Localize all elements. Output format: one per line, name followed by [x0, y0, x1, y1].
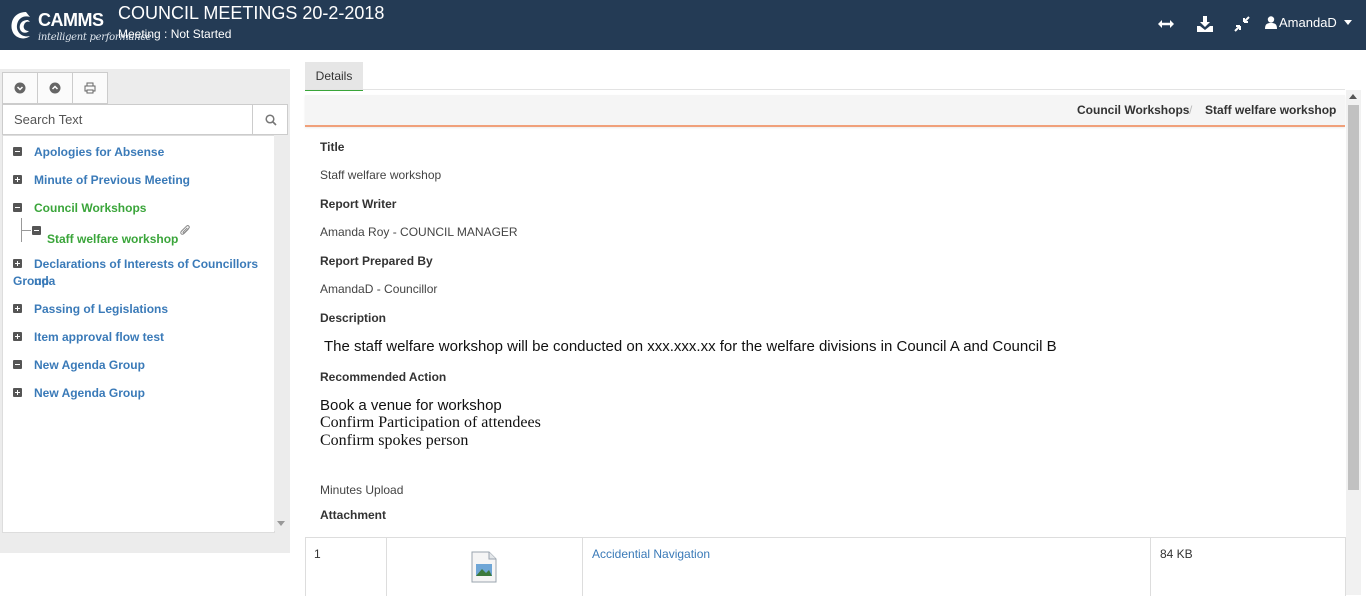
user-menu[interactable]: AmandaD	[1265, 15, 1354, 30]
breadcrumb-council-workshops[interactable]: Council Workshops	[1077, 103, 1189, 117]
meeting-status: Meeting : Not Started	[118, 27, 232, 41]
expand-toggle-icon[interactable]	[13, 259, 22, 268]
attachment-link[interactable]: Accidential Navigation	[592, 547, 710, 561]
print-button[interactable]	[73, 73, 107, 103]
search-button[interactable]	[252, 105, 288, 134]
logo-brand: CAMMS	[38, 10, 104, 30]
collapse-all-icon	[49, 82, 61, 94]
collapse-toggle-icon[interactable]	[13, 203, 22, 212]
compress-icon[interactable]	[1232, 14, 1252, 34]
description-label: Description	[320, 311, 387, 325]
prepared-by-label: Report Prepared By	[320, 254, 433, 268]
tree-toolbar	[2, 72, 108, 104]
header-bar: CAMMS intelligent performance COUNCIL ME…	[0, 0, 1366, 50]
print-icon	[84, 82, 96, 94]
user-icon	[1265, 16, 1277, 29]
description-value: The staff welfare workshop will be condu…	[324, 338, 1057, 355]
user-name: AmandaD	[1279, 15, 1337, 30]
tree-item-approval-flow[interactable]: Item approval flow test	[34, 329, 164, 346]
recommended-action-line: Confirm Participation of attendees	[320, 414, 541, 431]
recommended-action-label: Recommended Action	[320, 370, 447, 384]
breadcrumb: Council Workshops / Staff welfare worksh…	[305, 95, 1345, 127]
tab-details[interactable]: Details	[305, 62, 363, 91]
title-label: Title	[320, 140, 345, 154]
breadcrumb-separator: /	[1189, 103, 1193, 117]
attachment-label: Attachment	[320, 508, 387, 522]
expand-toggle-icon[interactable]	[13, 175, 22, 184]
download-icon[interactable]	[1195, 14, 1215, 34]
attachment-size: 84 KB	[1160, 547, 1193, 561]
expand-toggle-icon[interactable]	[13, 332, 22, 341]
recommended-action-line: Confirm spokes person	[320, 432, 469, 449]
tree-scrollbar[interactable]	[274, 135, 288, 531]
camms-logo[interactable]: CAMMS intelligent performance	[8, 6, 152, 46]
scrollbar-thumb[interactable]	[1348, 105, 1359, 490]
title-value: Staff welfare workshop	[320, 168, 442, 182]
attachment-index: 1	[314, 547, 321, 561]
search-icon	[264, 113, 277, 126]
tree-item-council-workshops[interactable]: Council Workshops	[34, 200, 146, 217]
report-writer-value: Amanda Roy - COUNCIL MANAGER	[320, 225, 518, 239]
tree-item-staff-welfare[interactable]: Staff welfare workshop	[47, 231, 178, 248]
tree-item-declarations[interactable]: Declarations of Interests of Councillors…	[34, 256, 274, 290]
tree-item-new-agenda-group[interactable]: New Agenda Group	[34, 385, 145, 402]
attachment-table: 1 Accidential Navigation 84 KB	[305, 537, 1346, 596]
prepared-by-value: AmandaD - Councillor	[320, 282, 438, 296]
expand-all-icon	[14, 82, 26, 94]
tree-item-minute[interactable]: Minute of Previous Meeting	[34, 172, 190, 189]
minutes-upload-label: Minutes Upload	[320, 483, 404, 497]
collapse-toggle-icon[interactable]	[13, 360, 22, 369]
agenda-panel: Apologies for Absense Minute of Previous…	[0, 69, 290, 553]
caret-down-icon	[1344, 20, 1353, 25]
image-file-icon[interactable]	[471, 551, 497, 583]
table-row: 1	[306, 538, 387, 596]
expand-all-button[interactable]	[3, 73, 38, 103]
tree-item-apologies[interactable]: Apologies for Absense	[34, 144, 164, 161]
logo-swirl-icon	[11, 12, 31, 39]
paperclip-icon[interactable]	[180, 225, 192, 237]
tree-item-new-agenda-group[interactable]: New Agenda Group	[34, 357, 145, 374]
expand-toggle-icon[interactable]	[13, 388, 22, 397]
report-writer-label: Report Writer	[320, 197, 397, 211]
collapse-toggle-icon[interactable]	[13, 147, 22, 156]
recommended-action-line: Book a venue for workshop	[320, 397, 502, 414]
content-scrollbar[interactable]	[1346, 90, 1361, 595]
agenda-tree: Apologies for Absense Minute of Previous…	[2, 135, 275, 533]
expand-toggle-icon[interactable]	[13, 304, 22, 313]
meeting-title: COUNCIL MEETINGS 20-2-2018	[118, 3, 385, 23]
breadcrumb-staff-welfare[interactable]: Staff welfare workshop	[1205, 103, 1336, 117]
expand-horizontal-icon[interactable]	[1156, 14, 1176, 34]
search-input[interactable]	[3, 105, 239, 134]
collapse-all-button[interactable]	[38, 73, 73, 103]
tree-item-declarations-cont[interactable]: Group	[13, 273, 49, 290]
tree-item-legislations[interactable]: Passing of Legislations	[34, 301, 168, 318]
collapse-toggle-icon[interactable]	[32, 226, 41, 235]
tree-search	[2, 104, 288, 135]
